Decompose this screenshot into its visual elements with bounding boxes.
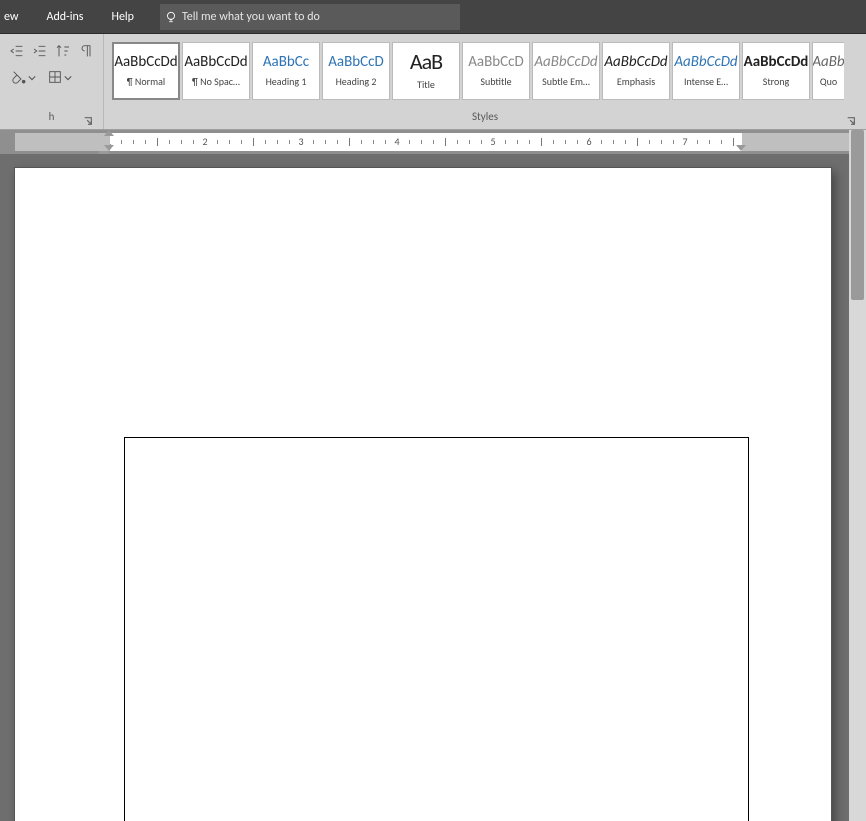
ruler-number: 4	[394, 135, 399, 148]
shading-dropdown[interactable]	[6, 66, 40, 88]
style-preview: AaBbCcD	[468, 55, 523, 70]
style-preview: AaBbCcDd	[674, 55, 737, 70]
ribbon-group-styles: AaBbCcDd¶ NormalAaBbCcDd¶ No Spac…AaBbCc…	[104, 34, 866, 129]
group-label-styles: Styles	[472, 110, 498, 123]
styles-dialog-launcher[interactable]	[844, 114, 858, 128]
menu-help[interactable]: Help	[97, 0, 148, 33]
style-subtitle[interactable]: AaBbCcD Subtitle	[462, 42, 530, 100]
style-preview: AaBbCcDd	[534, 55, 597, 70]
style-strong[interactable]: AaBbCcDd Strong	[742, 42, 810, 100]
show-marks-button[interactable]	[76, 40, 97, 62]
first-line-indent-marker[interactable]	[104, 130, 114, 136]
style-preview: AaBbCcDd	[114, 55, 177, 70]
increase-indent-button[interactable]	[29, 40, 50, 62]
style-name: ¶ No Spac…	[192, 75, 240, 88]
sort-button[interactable]	[53, 40, 74, 62]
ruler-number: 7	[682, 135, 687, 148]
right-indent-marker[interactable]	[736, 145, 746, 151]
style-name: Heading 1	[266, 75, 307, 88]
chevron-down-icon	[64, 68, 72, 87]
style-subtle-em[interactable]: AaBbCcDd Subtle Em…	[532, 42, 600, 100]
style-heading-1[interactable]: AaBbCc Heading 1	[252, 42, 320, 100]
style-no-spac[interactable]: AaBbCcDd ¶ No Spac…	[182, 42, 250, 100]
style-preview: AaBbCcD	[328, 55, 383, 70]
style-normal[interactable]: AaBbCcDd ¶ Normal	[112, 42, 180, 100]
style-preview: AaBbCcDd	[604, 55, 667, 70]
style-title[interactable]: AaB Title	[392, 42, 460, 100]
menu-view-partial[interactable]: ew	[0, 0, 33, 33]
ruler-number: 5	[490, 135, 495, 148]
ruler-number: 3	[298, 135, 303, 148]
group-label-paragraph: h	[49, 110, 55, 123]
tell-me-placeholder: Tell me what you want to do	[182, 10, 320, 24]
vertical-scrollbar[interactable]	[849, 130, 866, 821]
ribbon: h AaBbCcDd¶ NormalAaBbCcDd¶ No Spac…AaBb…	[0, 34, 866, 130]
style-preview: AaBbCc	[263, 55, 309, 70]
style-preview: AaBbCcDd	[744, 55, 809, 70]
decrease-indent-button[interactable]	[6, 40, 27, 62]
style-name: Quo	[820, 75, 837, 88]
tell-me-search[interactable]: Tell me what you want to do	[160, 4, 460, 30]
horizontal-ruler[interactable]: 1234567	[0, 130, 866, 154]
scrollbar-thumb[interactable]	[851, 130, 864, 300]
inserted-picture-placeholder[interactable]	[124, 437, 749, 821]
style-preview: AaBbCcDd	[184, 55, 247, 70]
lightbulb-icon	[160, 10, 182, 24]
style-intense-e[interactable]: AaBbCcDd Intense E…	[672, 42, 740, 100]
style-heading-2[interactable]: AaBbCcD Heading 2	[322, 42, 390, 100]
menu-addins[interactable]: Add-ins	[33, 0, 98, 33]
style-name: Subtle Em…	[542, 75, 590, 88]
ribbon-group-paragraph: h	[0, 34, 104, 129]
paragraph-dialog-launcher[interactable]	[81, 114, 95, 128]
style-name: Strong	[763, 75, 790, 88]
ruler-right-margin	[742, 133, 866, 151]
style-name: Intense E…	[684, 75, 728, 88]
style-name: Title	[417, 78, 435, 91]
style-name: ¶ Normal	[127, 75, 165, 88]
style-name: Emphasis	[617, 75, 655, 88]
style-quo[interactable]: AaBb Quo	[812, 42, 844, 100]
ruler-number: 6	[586, 135, 591, 148]
ruler-number: 2	[202, 135, 207, 148]
style-name: Heading 2	[336, 75, 377, 88]
menu-bar: ew Add-ins Help Tell me what you want to…	[0, 0, 866, 34]
document-workspace: (Ctrl)	[0, 154, 866, 821]
style-preview: AaBb	[812, 55, 844, 70]
style-name: Subtitle	[480, 75, 511, 88]
document-page[interactable]: (Ctrl)	[15, 168, 831, 821]
style-emphasis[interactable]: AaBbCcDd Emphasis	[602, 42, 670, 100]
style-preview: AaB	[410, 51, 442, 73]
styles-gallery[interactable]: AaBbCcDd¶ NormalAaBbCcDd¶ No Spac…AaBbCc…	[110, 40, 860, 100]
ruler-left-margin	[15, 133, 110, 151]
chevron-down-icon	[28, 68, 36, 87]
borders-dropdown[interactable]	[42, 66, 76, 88]
